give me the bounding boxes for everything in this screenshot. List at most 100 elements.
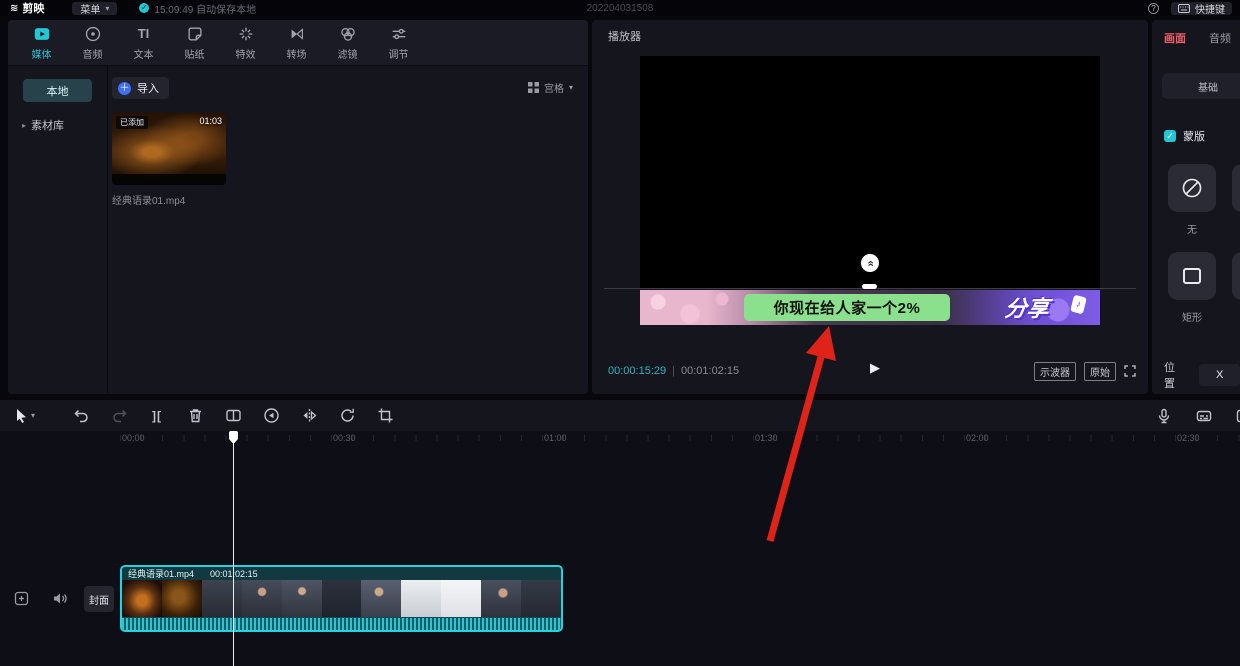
autosave-check-icon: ✓ [139, 3, 149, 13]
freeze-frame-button[interactable] [214, 407, 252, 424]
tab-label: 文本 [134, 46, 154, 61]
ratio-button[interactable]: 原始 [1084, 362, 1116, 381]
mask-option-rectangle[interactable] [1168, 252, 1216, 300]
rotate-button[interactable] [328, 407, 366, 424]
ruler-label: 00:00 [122, 433, 145, 443]
timeline[interactable]: 00:00 00:30 01:00 01:30 02:00 02:30 封面 经… [0, 431, 1240, 666]
tab-transitions[interactable]: 转场 [271, 25, 322, 61]
ruler-label: 01:30 [755, 433, 778, 443]
reverse-button[interactable] [252, 407, 290, 424]
crop-icon [377, 407, 394, 424]
cursor-icon [14, 408, 28, 423]
trash-icon [187, 407, 204, 424]
media-panel-tabs: 媒体 音频 TI 文本 贴纸 特效 转场 滤镜 调节 [8, 20, 588, 66]
current-time: 00:00:15:29 [608, 365, 666, 377]
ruler-label: 00:30 [333, 433, 356, 443]
mask-none-label: 无 [1152, 221, 1232, 236]
ruler-label: 01:00 [544, 433, 567, 443]
delete-button[interactable] [176, 407, 214, 424]
reverse-play-icon [263, 407, 280, 424]
chevron-down-icon: ▾ [569, 83, 573, 92]
play-button[interactable]: ▶ [864, 360, 886, 376]
settings-partial-icon[interactable] [1236, 408, 1240, 424]
duration-label: 01:03 [199, 116, 222, 126]
checkbox-checked-icon[interactable]: ✓ [1164, 130, 1176, 142]
position-label: 位置 [1164, 359, 1185, 391]
select-tool-button[interactable]: ▾ [14, 408, 44, 423]
autosave-status: ✓ 15:09:49 自动保存本地 [139, 1, 256, 16]
music-note-icon: ♪ [1070, 295, 1087, 315]
ruler-label: 02:30 [1177, 433, 1200, 443]
mirror-button[interactable] [290, 407, 328, 424]
redo-icon [111, 407, 128, 424]
tab-label: 媒体 [32, 46, 52, 61]
sidebar-item-label: 素材库 [31, 117, 64, 133]
undo-icon [73, 407, 90, 424]
app-logo: ≋ 剪映 [10, 0, 44, 16]
ruler-label: 02:00 [966, 433, 989, 443]
split-icon: ][ [152, 409, 162, 423]
tab-label: 转场 [287, 46, 307, 61]
mirror-icon [301, 407, 318, 424]
player-panel: 播放器 « 你现在给人家一个2% 分享 ♪ 00:00:15:29 | 00:0… [592, 20, 1148, 394]
tab-label: 贴纸 [185, 46, 205, 61]
timeline-ruler[interactable]: 00:00 00:30 01:00 01:30 02:00 02:30 [0, 431, 1240, 446]
playhead[interactable] [233, 431, 234, 666]
tab-adjust[interactable]: 调节 [373, 25, 424, 61]
mask-option-partial[interactable] [1232, 164, 1240, 212]
media-filename: 经典语录01.mp4 [112, 192, 185, 207]
tab-text[interactable]: TI 文本 [118, 25, 169, 61]
track-toggle-icon[interactable] [14, 591, 29, 606]
drag-handle[interactable] [862, 284, 877, 289]
mask-option-none[interactable] [1168, 164, 1216, 212]
sidebar-item-local[interactable]: 本地 [23, 79, 92, 102]
import-button[interactable]: ＋ 导入 [112, 77, 169, 99]
crop-button[interactable] [366, 407, 404, 424]
help-icon[interactable]: ? [1148, 3, 1159, 14]
added-badge: 已添加 [116, 116, 148, 129]
fullscreen-icon[interactable] [1124, 365, 1136, 377]
player-title: 播放器 [608, 28, 641, 44]
speaker-icon[interactable] [52, 591, 68, 606]
timeline-clip[interactable]: 经典语录01.mp4 00:01:02:15 [120, 565, 563, 632]
project-title: 202204031508 [587, 3, 654, 14]
text-icon: TI [138, 25, 150, 43]
top-bar: ≋ 剪映 菜单 ▾ ✓ 15:09:49 自动保存本地 202204031508… [0, 0, 1240, 16]
thumbnail-subtitle-strip [112, 174, 226, 185]
clip-title-bar: 经典语录01.mp4 00:01:02:15 [122, 567, 561, 580]
mask-rect-label: 矩形 [1152, 309, 1232, 324]
keyboard-icon [1178, 4, 1190, 13]
collapse-button[interactable]: « [861, 254, 879, 272]
tab-picture[interactable]: 画面 [1164, 30, 1186, 46]
redo-button[interactable] [100, 407, 138, 424]
tab-basic[interactable]: 基础 [1162, 73, 1240, 99]
circle-slash-icon [1180, 176, 1204, 200]
media-thumbnail[interactable]: 已添加 01:03 [112, 112, 226, 185]
tab-media[interactable]: 媒体 [16, 25, 67, 61]
undo-button[interactable] [62, 407, 100, 424]
time-separator: | [672, 365, 675, 377]
tab-audio-props[interactable]: 音频 [1209, 30, 1231, 46]
split-button[interactable]: ][ [138, 409, 176, 423]
menu-button-label: 菜单 [80, 1, 100, 16]
tab-audio[interactable]: 音频 [67, 25, 118, 61]
tab-effects[interactable]: 特效 [220, 25, 271, 61]
chevron-right-icon: ▸ [22, 121, 26, 130]
microphone-icon[interactable] [1156, 408, 1172, 424]
chevron-down-icon: ▾ [31, 411, 35, 420]
position-x-field[interactable]: X [1199, 364, 1240, 386]
view-mode-selector[interactable]: 宫格 ▾ [528, 80, 573, 95]
captions-icon[interactable] [1196, 408, 1212, 424]
cover-button[interactable]: 封面 [84, 586, 114, 612]
shortcuts-button[interactable]: 快捷键 [1171, 2, 1232, 15]
mask-option-partial-2[interactable] [1232, 252, 1240, 300]
media-panel: 媒体 音频 TI 文本 贴纸 特效 转场 滤镜 调节 [8, 20, 588, 394]
tab-sticker[interactable]: 贴纸 [169, 25, 220, 61]
chevron-down-icon: ▾ [105, 4, 109, 13]
scope-button[interactable]: 示波器 [1034, 362, 1076, 381]
sidebar-item-library[interactable]: ▸ 素材库 [22, 117, 107, 133]
total-time: 00:01:02:15 [681, 365, 739, 377]
tab-label: 滤镜 [338, 46, 358, 61]
menu-button[interactable]: 菜单 ▾ [72, 2, 117, 15]
tab-filters[interactable]: 滤镜 [322, 25, 373, 61]
